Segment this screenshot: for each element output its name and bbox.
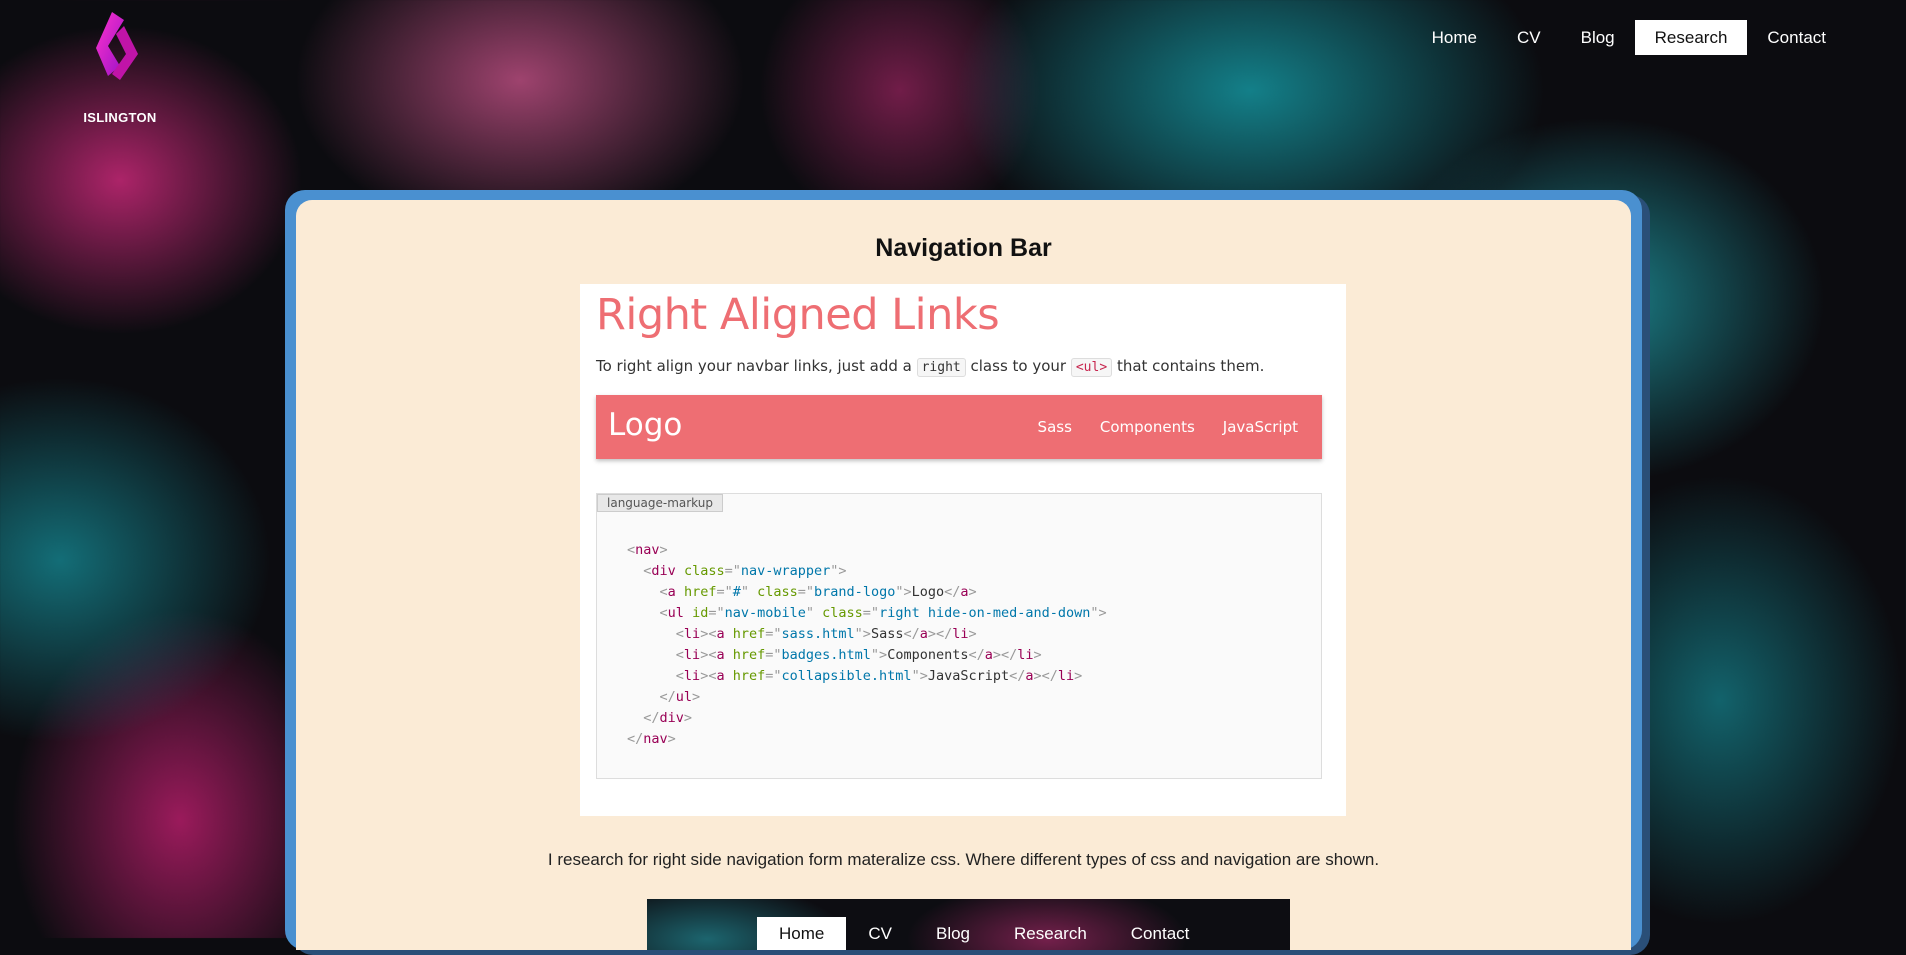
demo-link-components[interactable]: Components [1086, 418, 1209, 436]
nav-preview-image: Home CV Blog Research Contact [647, 899, 1290, 950]
desc-before: To right align your navbar links, just a… [596, 357, 917, 375]
preview-nav: Home CV Blog Research Contact [757, 917, 1211, 950]
section-title: Navigation Bar [875, 234, 1052, 262]
code-line: <li><a href="collapsible.html">JavaScrip… [675, 668, 1083, 684]
demo-navbar: Logo Sass Components JavaScript [596, 395, 1322, 459]
code-line: </nav> [627, 731, 676, 747]
doc-description: To right align your navbar links, just a… [596, 357, 1265, 377]
code-language-tag: language-markup [597, 494, 723, 512]
main-nav: Home CV Blog Research Contact [1412, 20, 1846, 55]
demo-links: Sass Components JavaScript [1024, 395, 1312, 459]
code-line: <a href="#" class="brand-logo">Logo</a> [659, 584, 977, 600]
doc-heading: Right Aligned Links [596, 290, 1000, 340]
site-logo[interactable]: ISLINGTON [78, 8, 162, 125]
preview-nav-cv: CV [868, 924, 892, 943]
desc-mid: class to your [965, 357, 1071, 375]
code-line: </ul> [659, 689, 701, 705]
code-line: <nav> [627, 542, 668, 558]
code-line: <div class="nav-wrapper"> [643, 563, 847, 579]
code-line: <ul id="nav-mobile" class="right hide-on… [659, 605, 1107, 621]
card-body: Navigation Bar Right Aligned Links To ri… [296, 200, 1631, 950]
code-block: language-markup <nav> <div class="nav-wr… [596, 493, 1322, 779]
code-line: </div> [643, 710, 693, 726]
demo-link-javascript[interactable]: JavaScript [1209, 418, 1312, 436]
preview-nav-research: Research [1014, 924, 1087, 943]
nav-blog[interactable]: Blog [1561, 20, 1635, 55]
brand-name: ISLINGTON [83, 110, 157, 125]
code-line: <li><a href="badges.html">Components</a>… [675, 647, 1042, 663]
demo-link-sass[interactable]: Sass [1024, 418, 1086, 436]
screenshot-doc: Right Aligned Links To right align your … [580, 284, 1346, 816]
code-lines: <nav> <div class="nav-wrapper"> <a href=… [627, 540, 1107, 750]
desc-after: that contains them. [1112, 357, 1265, 375]
preview-nav-home: Home [757, 917, 847, 950]
research-caption: I research for right side navigation for… [547, 850, 1380, 869]
nav-contact[interactable]: Contact [1747, 20, 1846, 55]
preview-nav-contact: Contact [1130, 924, 1190, 943]
nav-home[interactable]: Home [1412, 20, 1497, 55]
islington-logo-icon [96, 12, 138, 80]
code-right: right [916, 358, 966, 377]
nav-research[interactable]: Research [1634, 20, 1748, 55]
content-card: Navigation Bar Right Aligned Links To ri… [285, 190, 1642, 950]
preview-nav-blog: Blog [935, 924, 971, 943]
demo-brand-logo[interactable]: Logo [608, 407, 682, 443]
nav-cv[interactable]: CV [1497, 20, 1561, 55]
code-line: <li><a href="sass.html">Sass</a></li> [675, 626, 977, 642]
code-ul: <ul> [1070, 358, 1113, 377]
